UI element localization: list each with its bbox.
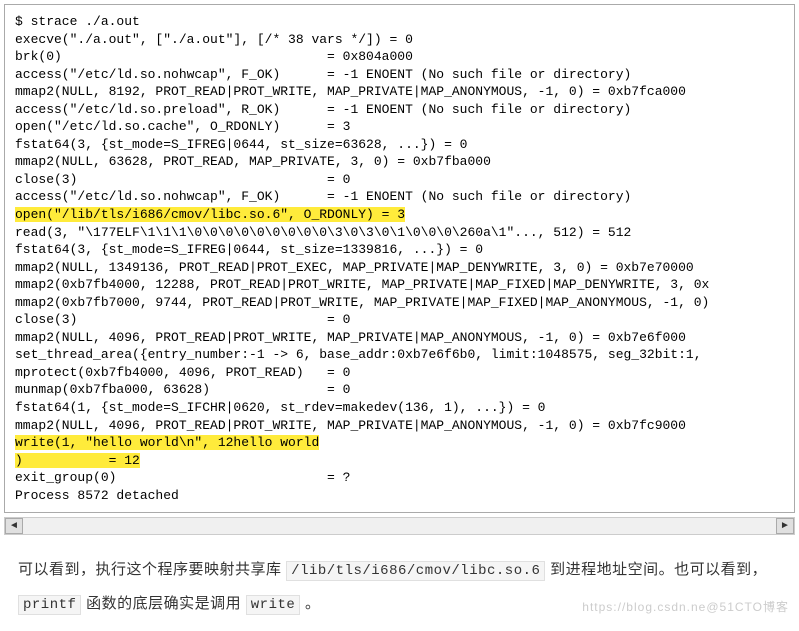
terminal-line: mmap2(NULL, 8192, PROT_READ|PROT_WRITE, … bbox=[15, 83, 784, 101]
terminal-line: access("/etc/ld.so.nohwcap", F_OK) = -1 … bbox=[15, 66, 784, 84]
horizontal-scrollbar[interactable]: ◄ ► bbox=[4, 517, 795, 535]
terminal-line: mmap2(0xb7fb7000, 9744, PROT_READ|PROT_W… bbox=[15, 294, 784, 312]
terminal-line: access("/etc/ld.so.nohwcap", F_OK) = -1 … bbox=[15, 188, 784, 206]
terminal-line: Process 8572 detached bbox=[15, 487, 784, 505]
terminal-line: execve("./a.out", ["./a.out"], [/* 38 va… bbox=[15, 31, 784, 49]
terminal-line: mmap2(NULL, 63628, PROT_READ, MAP_PRIVAT… bbox=[15, 153, 784, 171]
terminal-line: set_thread_area({entry_number:-1 -> 6, b… bbox=[15, 346, 784, 364]
terminal-line: exit_group(0) = ? bbox=[15, 469, 784, 487]
terminal-line: ) = 12 bbox=[15, 452, 784, 470]
terminal-line: mprotect(0xb7fb4000, 4096, PROT_READ) = … bbox=[15, 364, 784, 382]
terminal-line: open("/etc/ld.so.cache", O_RDONLY) = 3 bbox=[15, 118, 784, 136]
highlighted-text: write(1, "hello world\n", 12hello world bbox=[15, 435, 319, 450]
terminal-line: mmap2(0xb7fb4000, 12288, PROT_READ|PROT_… bbox=[15, 276, 784, 294]
watermark-text: https://blog.csdn.ne@51CTO博客 bbox=[582, 598, 789, 615]
terminal-line: fstat64(1, {st_mode=S_IFCHR|0620, st_rde… bbox=[15, 399, 784, 417]
highlighted-text: ) = 12 bbox=[15, 453, 140, 468]
terminal-line: mmap2(NULL, 4096, PROT_READ|PROT_WRITE, … bbox=[15, 329, 784, 347]
scroll-left-button[interactable]: ◄ bbox=[5, 518, 23, 534]
terminal-line: access("/etc/ld.so.preload", R_OK) = -1 … bbox=[15, 101, 784, 119]
terminal-line: fstat64(3, {st_mode=S_IFREG|0644, st_siz… bbox=[15, 136, 784, 154]
scroll-right-button[interactable]: ► bbox=[776, 518, 794, 534]
explanation-part: 到进程地址空间。也可以看到， bbox=[545, 561, 767, 578]
explanation-part: 函数的底层确实是调用 bbox=[81, 595, 245, 612]
terminal-output: $ strace ./a.outexecve("./a.out", ["./a.… bbox=[4, 4, 795, 513]
terminal-line: mmap2(NULL, 4096, PROT_READ|PROT_WRITE, … bbox=[15, 417, 784, 435]
terminal-line: $ strace ./a.out bbox=[15, 13, 784, 31]
code-printf: printf bbox=[18, 595, 81, 615]
terminal-line: close(3) = 0 bbox=[15, 171, 784, 189]
explanation-part: 。 bbox=[300, 595, 320, 612]
terminal-line: fstat64(3, {st_mode=S_IFREG|0644, st_siz… bbox=[15, 241, 784, 259]
code-path: /lib/tls/i686/cmov/libc.so.6 bbox=[286, 561, 545, 581]
terminal-line: brk(0) = 0x804a000 bbox=[15, 48, 784, 66]
terminal-line: munmap(0xb7fba000, 63628) = 0 bbox=[15, 381, 784, 399]
terminal-line: mmap2(NULL, 1349136, PROT_READ|PROT_EXEC… bbox=[15, 259, 784, 277]
terminal-line: read(3, "\177ELF\1\1\1\0\0\0\0\0\0\0\0\0… bbox=[15, 224, 784, 242]
highlighted-text: open("/lib/tls/i686/cmov/libc.so.6", O_R… bbox=[15, 207, 405, 222]
code-write: write bbox=[246, 595, 301, 615]
terminal-line: close(3) = 0 bbox=[15, 311, 784, 329]
terminal-line: write(1, "hello world\n", 12hello world bbox=[15, 434, 784, 452]
explanation-part: 可以看到，执行这个程序要映射共享库 bbox=[18, 561, 286, 578]
terminal-line: open("/lib/tls/i686/cmov/libc.so.6", O_R… bbox=[15, 206, 784, 224]
explanation-text: 可以看到，执行这个程序要映射共享库 /lib/tls/i686/cmov/lib… bbox=[0, 539, 799, 631]
